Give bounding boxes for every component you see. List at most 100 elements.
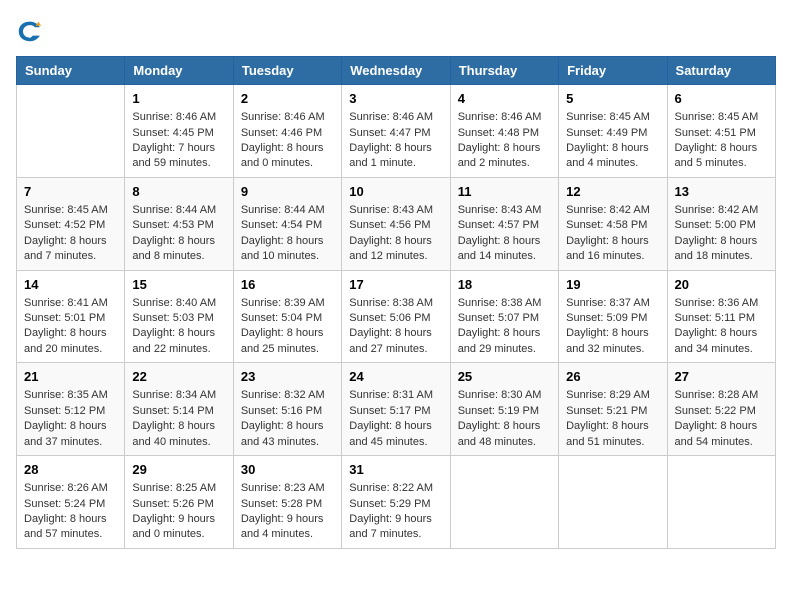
column-header-wednesday: Wednesday [342, 57, 450, 85]
day-detail: Sunrise: 8:30 AM Sunset: 5:19 PM Dayligh… [458, 389, 542, 447]
day-number: 22 [132, 368, 225, 386]
calendar-cell [559, 456, 667, 549]
day-detail: Sunrise: 8:42 AM Sunset: 5:00 PM Dayligh… [675, 204, 759, 262]
day-number: 29 [132, 461, 225, 479]
calendar-cell [17, 85, 125, 178]
day-number: 25 [458, 368, 551, 386]
day-number: 19 [566, 276, 659, 294]
day-number: 23 [241, 368, 334, 386]
column-header-tuesday: Tuesday [233, 57, 341, 85]
day-detail: Sunrise: 8:42 AM Sunset: 4:58 PM Dayligh… [566, 204, 650, 262]
calendar-cell: 31Sunrise: 8:22 AM Sunset: 5:29 PM Dayli… [342, 456, 450, 549]
day-detail: Sunrise: 8:41 AM Sunset: 5:01 PM Dayligh… [24, 297, 108, 355]
day-detail: Sunrise: 8:23 AM Sunset: 5:28 PM Dayligh… [241, 482, 325, 540]
day-detail: Sunrise: 8:45 AM Sunset: 4:49 PM Dayligh… [566, 111, 650, 169]
day-number: 13 [675, 183, 768, 201]
day-number: 11 [458, 183, 551, 201]
calendar-cell: 12 Sunrise: 8:42 AM Sunset: 4:58 PM Dayli… [559, 177, 667, 270]
day-detail: Sunrise: 8:46 AM Sunset: 4:46 PM Dayligh… [241, 111, 325, 169]
day-detail: Sunrise: 8:45 AM Sunset: 4:51 PM Dayligh… [675, 111, 759, 169]
calendar-cell: 7Sunrise: 8:45 AM Sunset: 4:52 PM Daylig… [17, 177, 125, 270]
day-number: 24 [349, 368, 442, 386]
calendar-cell: 2Sunrise: 8:46 AM Sunset: 4:46 PM Daylig… [233, 85, 341, 178]
page-header [16, 16, 776, 44]
calendar-cell: 14 Sunrise: 8:41 AM Sunset: 5:01 PM Dayli… [17, 270, 125, 363]
day-number: 1 [132, 90, 225, 108]
calendar-cell: 30 Sunrise: 8:23 AM Sunset: 5:28 PM Dayli… [233, 456, 341, 549]
column-header-thursday: Thursday [450, 57, 558, 85]
day-detail: Sunrise: 8:46 AM Sunset: 4:48 PM Dayligh… [458, 111, 542, 169]
column-header-sunday: Sunday [17, 57, 125, 85]
day-number: 15 [132, 276, 225, 294]
calendar-week-row: 14 Sunrise: 8:41 AM Sunset: 5:01 PM Dayli… [17, 270, 776, 363]
calendar-cell: 6 Sunrise: 8:45 AM Sunset: 4:51 PM Daylig… [667, 85, 775, 178]
logo-icon [16, 16, 44, 44]
day-detail: Sunrise: 8:32 AM Sunset: 5:16 PM Dayligh… [241, 389, 325, 447]
calendar-cell: 9Sunrise: 8:44 AM Sunset: 4:54 PM Daylig… [233, 177, 341, 270]
day-detail: Sunrise: 8:39 AM Sunset: 5:04 PM Dayligh… [241, 297, 325, 355]
calendar-cell: 8 Sunrise: 8:44 AM Sunset: 4:53 PM Daylig… [125, 177, 233, 270]
day-detail: Sunrise: 8:38 AM Sunset: 5:07 PM Dayligh… [458, 297, 542, 355]
day-detail: Sunrise: 8:45 AM Sunset: 4:52 PM Dayligh… [24, 204, 108, 262]
day-detail: Sunrise: 8:37 AM Sunset: 5:09 PM Dayligh… [566, 297, 650, 355]
calendar-cell: 21 Sunrise: 8:35 AM Sunset: 5:12 PM Dayli… [17, 363, 125, 456]
day-number: 8 [132, 183, 225, 201]
day-number: 5 [566, 90, 659, 108]
calendar-header-row: SundayMondayTuesdayWednesdayThursdayFrid… [17, 57, 776, 85]
calendar-week-row: 28 Sunrise: 8:26 AM Sunset: 5:24 PM Dayli… [17, 456, 776, 549]
day-detail: Sunrise: 8:46 AM Sunset: 4:45 PM Dayligh… [132, 111, 216, 169]
day-detail: Sunrise: 8:22 AM Sunset: 5:29 PM Dayligh… [349, 482, 433, 540]
day-detail: Sunrise: 8:36 AM Sunset: 5:11 PM Dayligh… [675, 297, 759, 355]
day-detail: Sunrise: 8:35 AM Sunset: 5:12 PM Dayligh… [24, 389, 108, 447]
day-detail: Sunrise: 8:31 AM Sunset: 5:17 PM Dayligh… [349, 389, 433, 447]
calendar-cell: 1 Sunrise: 8:46 AM Sunset: 4:45 PM Daylig… [125, 85, 233, 178]
logo [16, 16, 48, 44]
calendar-cell: 5 Sunrise: 8:45 AM Sunset: 4:49 PM Daylig… [559, 85, 667, 178]
calendar-cell [667, 456, 775, 549]
day-detail: Sunrise: 8:43 AM Sunset: 4:57 PM Dayligh… [458, 204, 542, 262]
day-number: 3 [349, 90, 442, 108]
day-detail: Sunrise: 8:44 AM Sunset: 4:53 PM Dayligh… [132, 204, 216, 262]
calendar-cell: 15 Sunrise: 8:40 AM Sunset: 5:03 PM Dayli… [125, 270, 233, 363]
day-detail: Sunrise: 8:25 AM Sunset: 5:26 PM Dayligh… [132, 482, 216, 540]
calendar-cell: 22Sunrise: 8:34 AM Sunset: 5:14 PM Dayli… [125, 363, 233, 456]
day-detail: Sunrise: 8:26 AM Sunset: 5:24 PM Dayligh… [24, 482, 108, 540]
calendar-cell: 25 Sunrise: 8:30 AM Sunset: 5:19 PM Dayli… [450, 363, 558, 456]
day-number: 30 [241, 461, 334, 479]
day-detail: Sunrise: 8:28 AM Sunset: 5:22 PM Dayligh… [675, 389, 759, 447]
calendar-cell [450, 456, 558, 549]
day-detail: Sunrise: 8:38 AM Sunset: 5:06 PM Dayligh… [349, 297, 433, 355]
calendar-cell: 23 Sunrise: 8:32 AM Sunset: 5:16 PM Dayli… [233, 363, 341, 456]
day-number: 17 [349, 276, 442, 294]
calendar-cell: 26 Sunrise: 8:29 AM Sunset: 5:21 PM Dayli… [559, 363, 667, 456]
day-number: 27 [675, 368, 768, 386]
calendar-cell: 27 Sunrise: 8:28 AM Sunset: 5:22 PM Dayli… [667, 363, 775, 456]
day-number: 18 [458, 276, 551, 294]
day-number: 28 [24, 461, 117, 479]
column-header-friday: Friday [559, 57, 667, 85]
column-header-monday: Monday [125, 57, 233, 85]
calendar-cell: 3Sunrise: 8:46 AM Sunset: 4:47 PM Daylig… [342, 85, 450, 178]
calendar-week-row: 21 Sunrise: 8:35 AM Sunset: 5:12 PM Dayli… [17, 363, 776, 456]
calendar-cell: 17 Sunrise: 8:38 AM Sunset: 5:06 PM Dayli… [342, 270, 450, 363]
day-number: 21 [24, 368, 117, 386]
calendar-cell: 11 Sunrise: 8:43 AM Sunset: 4:57 PM Dayli… [450, 177, 558, 270]
day-detail: Sunrise: 8:40 AM Sunset: 5:03 PM Dayligh… [132, 297, 216, 355]
day-number: 12 [566, 183, 659, 201]
calendar-cell: 19 Sunrise: 8:37 AM Sunset: 5:09 PM Dayli… [559, 270, 667, 363]
calendar-cell: 20 Sunrise: 8:36 AM Sunset: 5:11 PM Dayli… [667, 270, 775, 363]
calendar-cell: 13 Sunrise: 8:42 AM Sunset: 5:00 PM Dayli… [667, 177, 775, 270]
calendar-cell: 24 Sunrise: 8:31 AM Sunset: 5:17 PM Dayli… [342, 363, 450, 456]
day-number: 26 [566, 368, 659, 386]
calendar-week-row: 1 Sunrise: 8:46 AM Sunset: 4:45 PM Daylig… [17, 85, 776, 178]
day-number: 4 [458, 90, 551, 108]
day-number: 16 [241, 276, 334, 294]
calendar-cell: 29 Sunrise: 8:25 AM Sunset: 5:26 PM Dayli… [125, 456, 233, 549]
day-number: 20 [675, 276, 768, 294]
day-number: 14 [24, 276, 117, 294]
column-header-saturday: Saturday [667, 57, 775, 85]
calendar-table: SundayMondayTuesdayWednesdayThursdayFrid… [16, 56, 776, 549]
day-number: 6 [675, 90, 768, 108]
calendar-week-row: 7Sunrise: 8:45 AM Sunset: 4:52 PM Daylig… [17, 177, 776, 270]
day-detail: Sunrise: 8:29 AM Sunset: 5:21 PM Dayligh… [566, 389, 650, 447]
